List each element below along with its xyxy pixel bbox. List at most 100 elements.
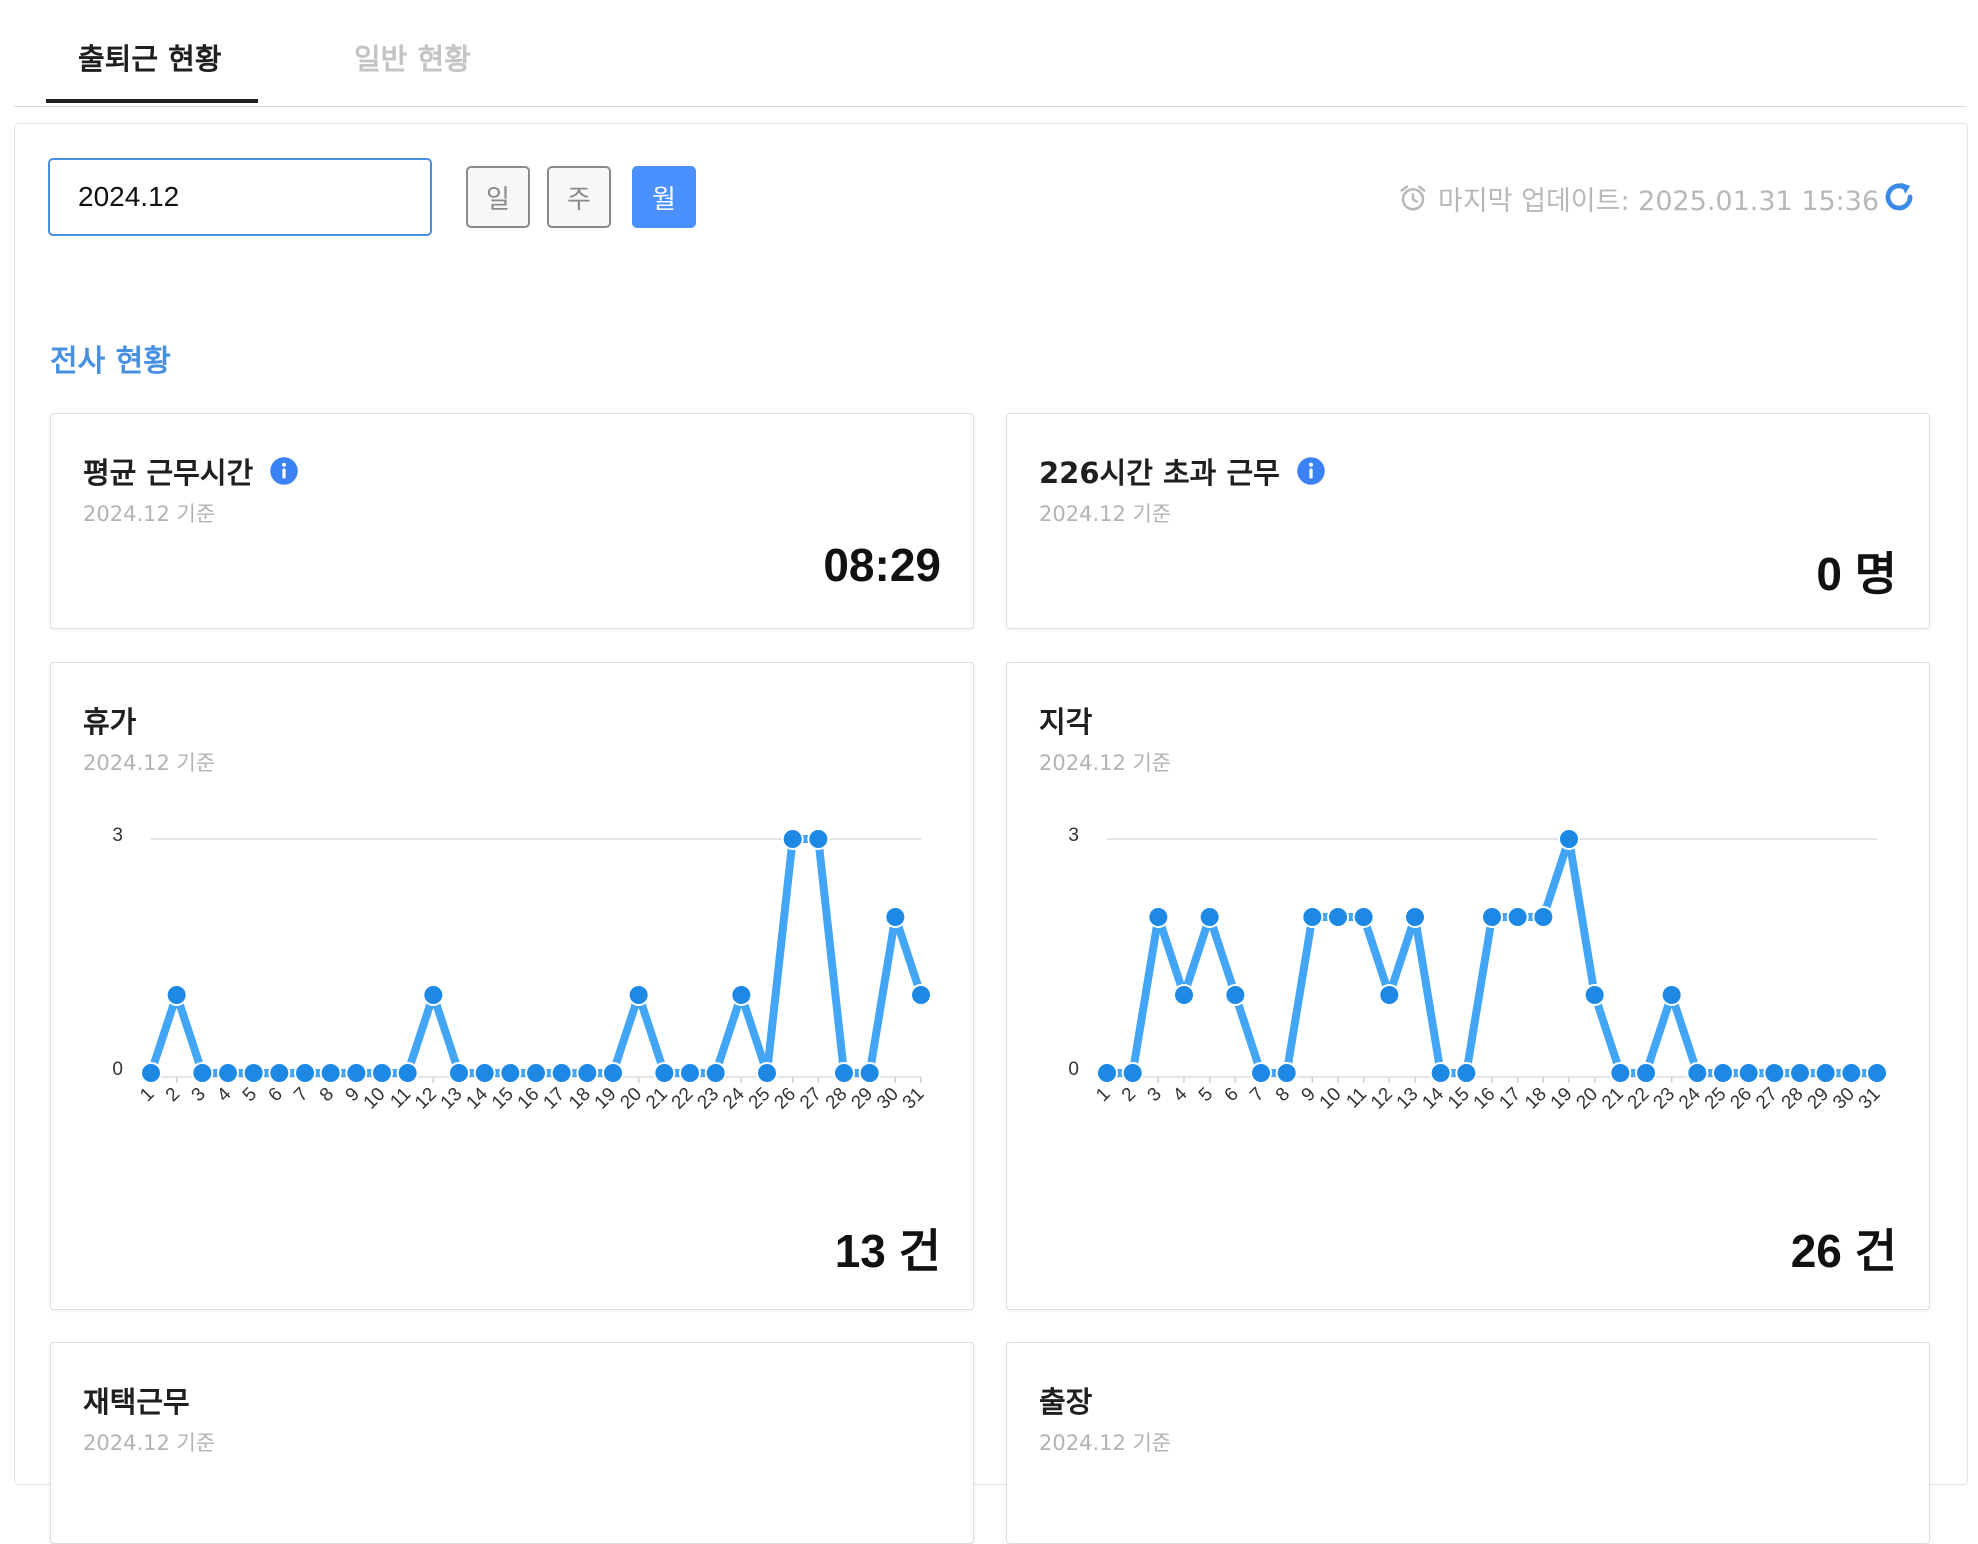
data-point[interactable] [1712,1062,1734,1084]
data-point[interactable] [268,1062,291,1084]
data-point[interactable] [1096,1062,1118,1084]
data-point[interactable] [576,1062,599,1084]
data-point[interactable] [1275,1062,1298,1084]
x-tick-label: 7 [1246,1084,1268,1106]
x-tick-label: 2 [1118,1084,1140,1106]
data-point[interactable] [1173,984,1195,1006]
data-point[interactable] [345,1062,368,1084]
x-tick-label: 2 [162,1084,184,1106]
data-point[interactable] [422,984,445,1006]
data-point[interactable] [1378,984,1401,1006]
tab-attendance[interactable]: 출퇴근 현황 [78,36,222,78]
late-card: 지각 2024.12 기준 0 3 1 2 3 4 5 6 7 8 9 10 11 12 13 14 15 16 1… [1006,662,1930,1310]
data-point[interactable] [448,1062,470,1084]
data-point[interactable] [679,1062,701,1084]
data-point[interactable] [1147,906,1170,928]
data-point[interactable] [191,1062,214,1084]
remote-work-title: 재택근무 [83,1385,190,1419]
data-point[interactable] [807,828,830,850]
data-point[interactable] [1660,984,1683,1006]
data-point[interactable] [473,1062,496,1084]
data-point[interactable] [242,1062,265,1084]
data-point[interactable] [884,906,907,928]
x-tick-label: 1 [1092,1084,1114,1106]
x-tick-label: 5 [239,1084,261,1106]
data-point[interactable] [602,1062,624,1084]
data-point[interactable] [550,1062,573,1084]
x-tick-label: 10 [360,1084,390,1114]
data-point[interactable] [1635,1062,1657,1084]
data-point[interactable] [1686,1062,1709,1084]
x-tick-label: 10 [1316,1084,1346,1114]
data-point[interactable] [396,1062,419,1084]
x-tick-label: 7 [290,1084,312,1106]
overtime-card: 226시간 초과 근무 2024.12 기준 0 명 [1006,413,1930,629]
data-point[interactable] [294,1062,316,1084]
data-point[interactable] [1429,1062,1452,1084]
data-point[interactable] [730,984,753,1006]
remote-work-subtitle: 2024.12 기준 [83,1431,216,1455]
data-point[interactable] [371,1062,393,1084]
data-point[interactable] [525,1062,547,1084]
period-week-button[interactable]: 주 [547,166,611,228]
data-point[interactable] [319,1062,342,1084]
data-point[interactable] [1404,906,1426,928]
data-point[interactable] [1455,1062,1478,1084]
remote-work-card: 재택근무 2024.12 기준 [50,1342,974,1544]
avg-work-title-text: 평균 근무시간 [83,456,254,490]
data-point[interactable] [858,1062,881,1084]
data-point[interactable] [1352,906,1375,928]
x-tick-label: 3 [1144,1084,1166,1106]
tab-general[interactable]: 일반 현황 [354,36,471,78]
last-update-text: 마지막 업데이트: 2025.01.31 15:36 [1438,185,1880,217]
data-point[interactable] [1789,1062,1811,1084]
data-point[interactable] [140,1062,162,1084]
data-point[interactable] [1224,984,1247,1006]
data-point[interactable] [1301,906,1324,928]
data-point[interactable] [1532,906,1555,928]
x-tick-label: 1 [136,1084,158,1106]
period-day-button[interactable]: 일 [466,166,530,228]
active-tab-indicator [46,99,258,103]
x-tick-label: 8 [1272,1084,1294,1106]
overtime-title-text: 226시간 초과 근무 [1039,456,1280,490]
data-point[interactable] [1609,1062,1632,1084]
data-point[interactable] [781,828,804,850]
avg-work-subtitle: 2024.12 기준 [83,502,216,526]
data-point[interactable] [1737,1062,1760,1084]
data-point[interactable] [1583,984,1606,1006]
data-point[interactable] [1506,906,1529,928]
x-tick-label: 9 [342,1084,364,1106]
x-tick-label: 31 [1855,1084,1885,1114]
period-month-button[interactable]: 월 [632,166,696,228]
section-title: 전사 현황 [50,344,171,379]
info-icon[interactable] [1296,456,1326,486]
data-point[interactable] [1250,1062,1272,1084]
data-point[interactable] [704,1062,727,1084]
data-point[interactable] [833,1062,855,1084]
info-icon[interactable] [269,456,299,486]
data-point[interactable] [1327,906,1349,928]
data-point[interactable] [653,1062,676,1084]
x-tick-label: 5 [1195,1084,1217,1106]
data-point[interactable] [165,984,188,1006]
x-tick-label: 3 [188,1084,210,1106]
data-point[interactable] [1763,1062,1786,1084]
data-point[interactable] [1814,1062,1837,1084]
vacation-value: 13 건 [834,1225,941,1277]
data-point[interactable] [627,984,650,1006]
data-point[interactable] [1558,828,1580,850]
data-point[interactable] [1866,1062,1888,1084]
data-point[interactable] [217,1062,239,1084]
data-point[interactable] [1840,1062,1863,1084]
month-input[interactable] [48,158,432,236]
data-point[interactable] [1481,906,1503,928]
data-point[interactable] [756,1062,778,1084]
data-point[interactable] [1121,1062,1144,1084]
refresh-icon[interactable] [1880,178,1918,216]
data-point[interactable] [910,984,932,1006]
data-point[interactable] [499,1062,522,1084]
data-point[interactable] [1198,906,1221,928]
vacation-card: 휴가 2024.12 기준 0 3 1 2 3 4 5 6 7 8 9 10 11 12 13 14 15 16 1… [50,662,974,1310]
vacation-line-chart: 031 2 3 4 5 6 7 8 910111213141516171819202122232… [112,825,932,1114]
